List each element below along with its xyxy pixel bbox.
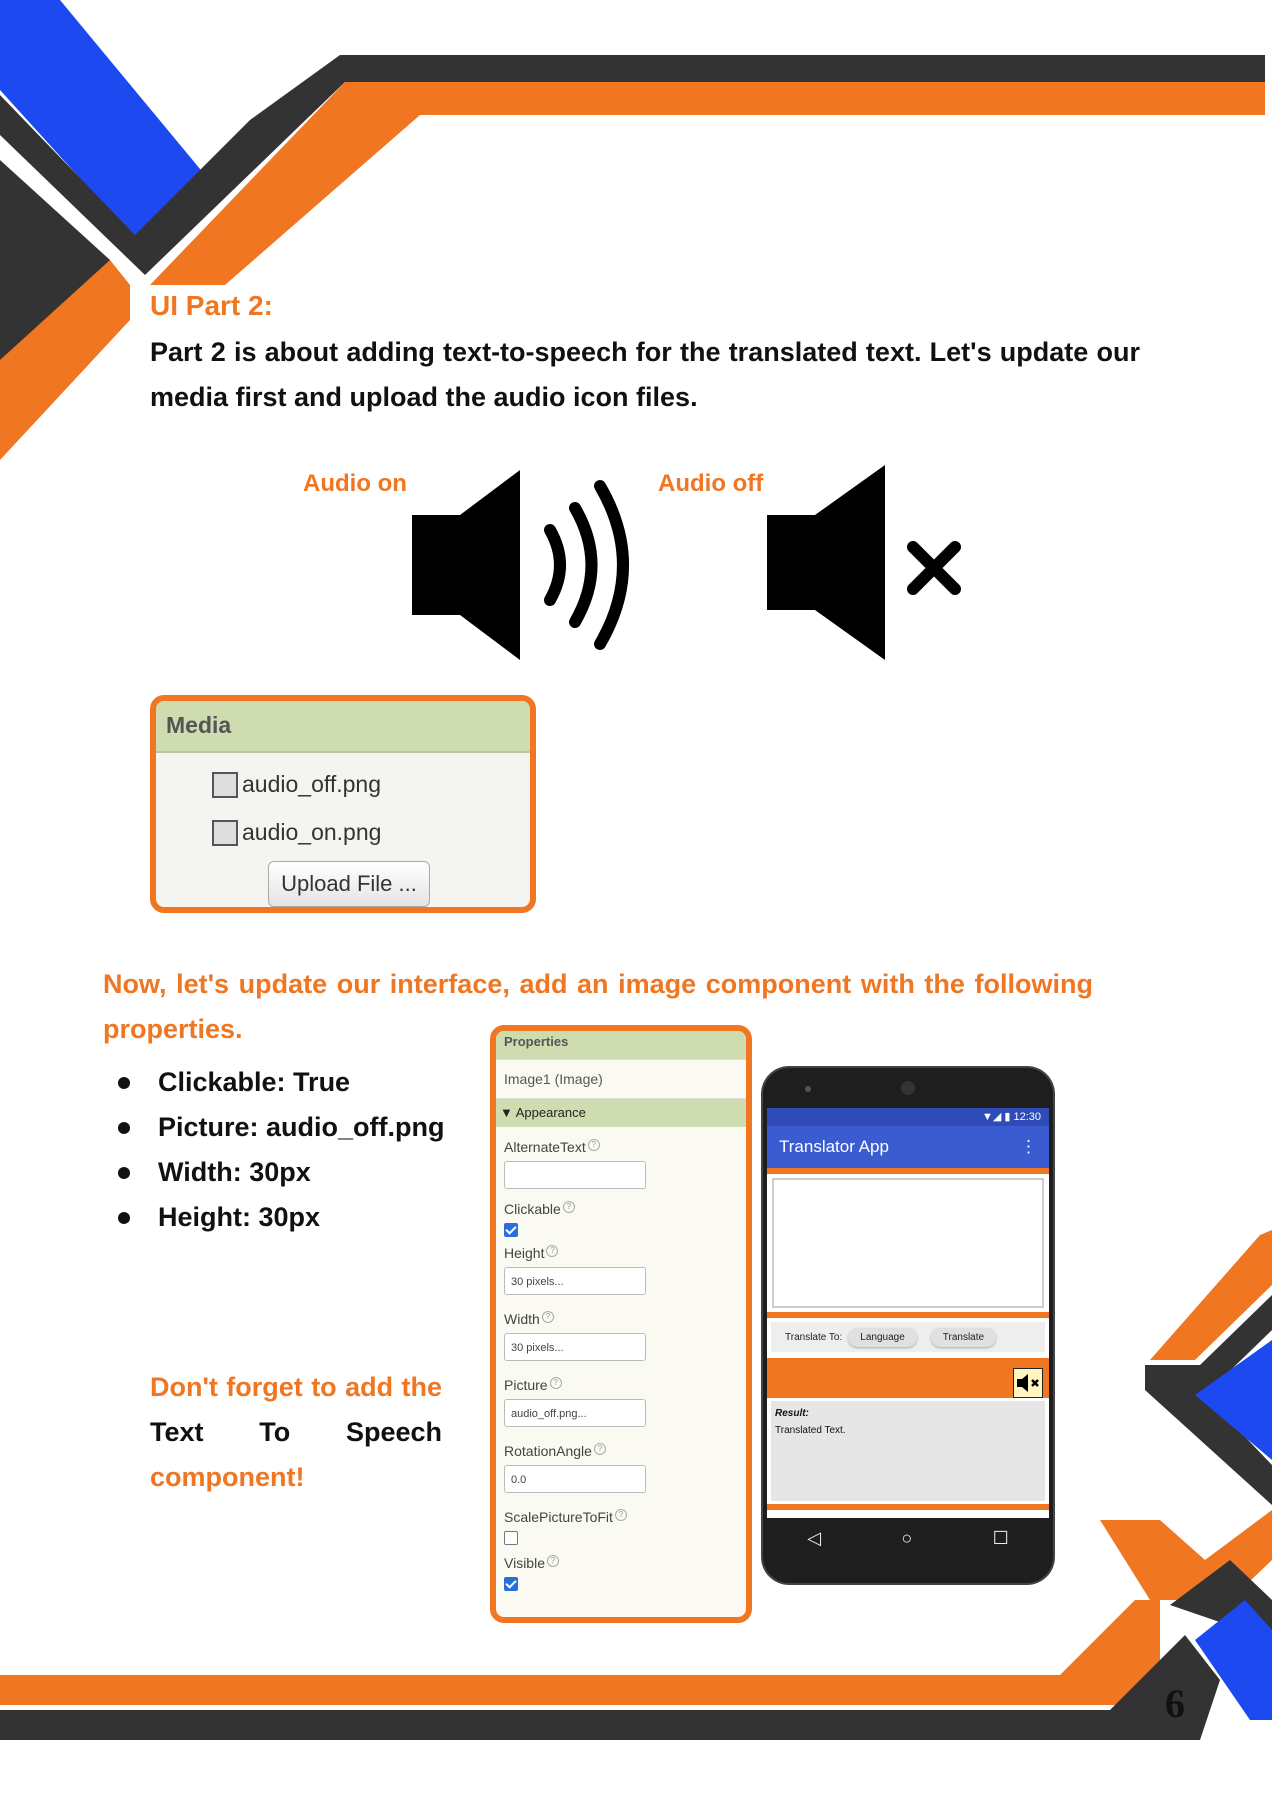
status-bar: ▼◢ ▮ 12:30 — [767, 1108, 1049, 1126]
rotation-angle-input[interactable]: 0.0 — [504, 1465, 646, 1493]
audio-off-button[interactable] — [1013, 1368, 1043, 1398]
image-file-icon — [212, 771, 238, 798]
upload-file-button[interactable]: Upload File ... — [268, 861, 430, 907]
section-heading: UI Part 2: — [150, 290, 273, 321]
media-file-name: audio_off.png — [242, 771, 381, 797]
text-input-area[interactable] — [772, 1178, 1044, 1308]
result-box: Result: Translated Text. — [771, 1401, 1045, 1501]
result-label: Result: — [775, 1408, 809, 1419]
recents-icon[interactable]: ☐ — [993, 1528, 1009, 1549]
app-title: Translator App — [779, 1137, 889, 1156]
app-bar: Translator App ⋮ — [767, 1126, 1049, 1168]
component-name: Image1 (Image) — [496, 1059, 746, 1099]
media-panel: Media audio_off.png audio_on.png Upload … — [150, 695, 536, 913]
property-item: Clickable: True — [118, 1060, 445, 1105]
speaker-off-icon — [1017, 1374, 1039, 1392]
language-button[interactable]: Language — [848, 1327, 917, 1347]
speaker-off-icon — [767, 465, 961, 660]
appearance-section[interactable]: ▼ Appearance — [496, 1099, 746, 1127]
property-list: Clickable: True Picture: audio_off.png W… — [118, 1060, 445, 1240]
phone-mockup: ▼◢ ▮ 12:30 Translator App ⋮ Translate To… — [763, 1068, 1053, 1583]
reminder-text: Don't forget to add the Text To Speech c… — [150, 1372, 442, 1492]
nav-bar: ◁ ○ ☐ — [767, 1518, 1049, 1558]
translate-to-label: Translate To: — [785, 1331, 843, 1343]
property-item: Width: 30px — [118, 1150, 445, 1195]
image-file-icon — [212, 819, 238, 846]
property-item: Height: 30px — [118, 1195, 445, 1240]
clickable-checkbox[interactable] — [504, 1223, 518, 1237]
translate-row: Translate To: Language Translate — [771, 1322, 1045, 1352]
result-text: Translated Text. — [775, 1425, 846, 1436]
speaker-on-icon — [412, 470, 629, 660]
media-panel-title: Media — [156, 701, 530, 753]
picture-input[interactable]: audio_off.png... — [504, 1399, 646, 1427]
page-number: 6 — [1165, 1681, 1185, 1726]
phone-screen: ▼◢ ▮ 12:30 Translator App ⋮ Translate To… — [767, 1108, 1049, 1518]
audio-on-label: Audio on — [303, 470, 407, 497]
overflow-menu-icon[interactable]: ⋮ — [1020, 1126, 1037, 1168]
audio-off-label: Audio off — [658, 470, 764, 497]
visible-checkbox[interactable] — [504, 1577, 518, 1591]
intro-paragraph: Part 2 is about adding text-to-speech fo… — [150, 337, 1140, 412]
properties-panel: Properties Image1 (Image) ▼ Appearance A… — [490, 1025, 752, 1623]
back-icon[interactable]: ◁ — [807, 1528, 821, 1549]
media-file-item[interactable]: audio_on.png — [212, 819, 381, 846]
scale-picture-checkbox[interactable] — [504, 1531, 518, 1545]
translate-button[interactable]: Translate — [930, 1327, 997, 1347]
media-file-item[interactable]: audio_off.png — [212, 771, 381, 798]
property-item: Picture: audio_off.png — [118, 1105, 445, 1150]
media-file-name: audio_on.png — [242, 819, 382, 845]
height-input[interactable]: 30 pixels... — [504, 1267, 646, 1295]
alternate-text-input[interactable] — [504, 1161, 646, 1189]
properties-title: Properties — [496, 1031, 746, 1059]
width-input[interactable]: 30 pixels... — [504, 1333, 646, 1361]
home-icon[interactable]: ○ — [901, 1528, 912, 1549]
